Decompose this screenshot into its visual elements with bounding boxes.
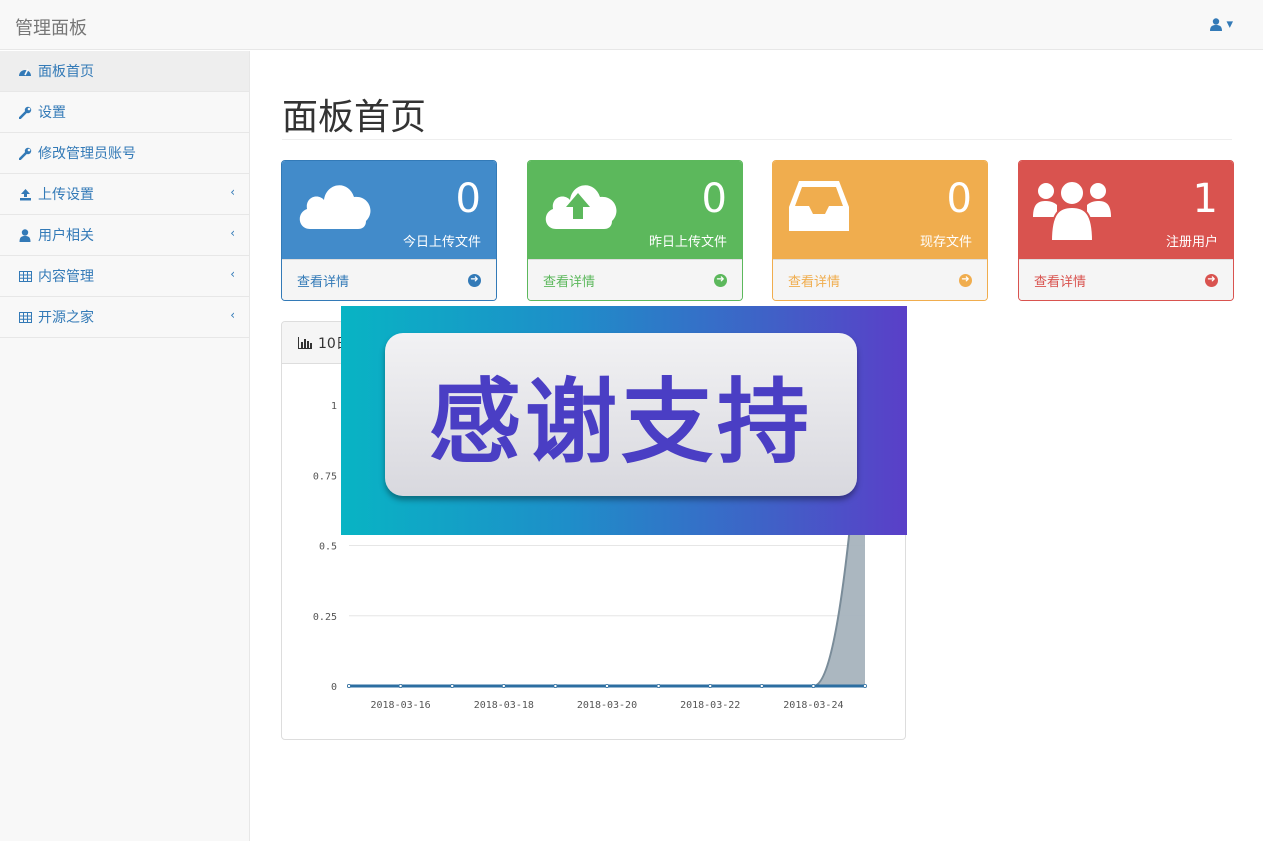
sidebar-item-label: 内容管理 [38,269,94,285]
card-heading: 0 昨日上传文件 [528,161,742,259]
x-tick-label: 2018-03-20 [577,700,637,711]
card-label: 昨日上传文件 [648,235,727,250]
data-point [656,683,661,688]
wrench-icon [17,147,33,160]
page-title: 面板首页 [282,97,427,138]
y-tick-label: 0.25 [313,612,337,623]
caret-down-icon: ▾ [1226,17,1233,32]
card-footer-link[interactable]: 查看详情 ➜ [282,259,496,300]
table-icon [17,270,33,282]
card-footer-link[interactable]: 查看详情 ➜ [528,259,742,300]
dashboard-icon [17,65,33,77]
y-tick-label: 1 [331,401,337,412]
user-icon [17,228,33,242]
view-details-link[interactable]: 查看详情 [297,271,349,290]
sidebar-item-content[interactable]: 内容管理 ‹ [0,256,249,297]
sidebar-item-settings[interactable]: 设置 [0,92,249,133]
card-footer-link[interactable]: 查看详情 ➜ [773,259,987,300]
stat-card-registered-users: 1 注册用户 查看详情 ➜ [1018,160,1234,301]
inbox-icon [789,181,849,231]
thanks-banner: 感谢支持 [341,306,907,535]
card-value: 0 [455,176,481,222]
x-tick-label: 2018-03-16 [370,700,430,711]
sidebar-item-admin-account[interactable]: 修改管理员账号 [0,133,249,174]
chevron-left-icon: ‹ [230,226,235,240]
data-point [863,683,868,688]
x-tick-label: 2018-03-24 [783,700,843,711]
chevron-left-icon: ‹ [230,267,235,281]
top-navbar: 管理面板 ▾ [0,0,1263,50]
card-footer-link[interactable]: 查看详情 ➜ [1019,259,1233,300]
card-heading: 0 今日上传文件 [282,161,496,259]
users-icon [1033,180,1111,242]
y-tick-label: 0 [331,682,337,693]
stat-card-yesterday-uploads: 0 昨日上传文件 查看详情 ➜ [527,160,743,301]
user-icon [1210,18,1223,31]
card-label: 现存文件 [919,235,972,250]
view-details-link[interactable]: 查看详情 [788,271,840,290]
data-point [501,683,506,688]
x-tick-label: 2018-03-18 [474,700,534,711]
card-value: 0 [701,176,727,222]
card-label: 注册用户 [1165,235,1218,250]
data-point [553,683,558,688]
data-point [450,683,455,688]
sidebar-item-dashboard[interactable]: 面板首页 [0,51,249,92]
view-details-link[interactable]: 查看详情 [543,271,595,290]
cloud-upload-icon [545,185,617,229]
sidebar-item-label: 设置 [38,105,66,121]
wrench-icon [17,106,33,119]
stat-card-existing-files: 0 现存文件 查看详情 ➜ [772,160,988,301]
thanks-plate: 感谢支持 [385,333,857,496]
arrow-circle-right-icon: ➜ [714,273,727,287]
stat-card-today-uploads: 0 今日上传文件 查看详情 ➜ [281,160,497,301]
card-value: 0 [946,176,972,222]
data-point [604,683,609,688]
data-point [347,683,352,688]
cloud-icon [299,185,371,229]
y-tick-label: 0.75 [313,471,337,482]
sidebar-item-label: 修改管理员账号 [38,146,136,162]
user-menu[interactable]: ▾ [1210,17,1233,32]
bar-chart-icon [298,336,312,349]
upload-icon [17,188,33,201]
sidebar-item-label: 面板首页 [38,64,94,80]
arrow-circle-right-icon: ➜ [1205,273,1218,287]
card-heading: 0 现存文件 [773,161,987,259]
data-point [708,683,713,688]
chevron-left-icon: ‹ [230,308,235,322]
thanks-text: 感谢支持 [428,369,813,476]
card-heading: 1 注册用户 [1019,161,1233,259]
sidebar-item-label: 开源之家 [38,310,94,326]
data-point [759,683,764,688]
arrow-circle-right-icon: ➜ [959,273,972,287]
sidebar-item-label: 上传设置 [38,187,94,203]
sidebar: 面板首页 设置 修改管理员账号 上传设置 ‹ 用户相关 ‹ 内容管理 ‹ 开源之… [0,51,250,841]
x-tick-label: 2018-03-22 [680,700,740,711]
data-point [398,683,403,688]
brand-title[interactable]: 管理面板 [15,14,87,40]
card-value: 1 [1192,176,1218,222]
sidebar-item-label: 用户相关 [38,228,94,244]
data-point [811,683,816,688]
sidebar-item-users[interactable]: 用户相关 ‹ [0,215,249,256]
chevron-left-icon: ‹ [230,185,235,199]
table-icon [17,311,33,323]
sidebar-item-open-source[interactable]: 开源之家 ‹ [0,297,249,338]
sidebar-item-upload-settings[interactable]: 上传设置 ‹ [0,174,249,215]
title-divider [282,139,1232,140]
card-label: 今日上传文件 [402,235,481,250]
view-details-link[interactable]: 查看详情 [1034,271,1086,290]
y-tick-label: 0.5 [319,542,337,553]
arrow-circle-right-icon: ➜ [468,273,481,287]
